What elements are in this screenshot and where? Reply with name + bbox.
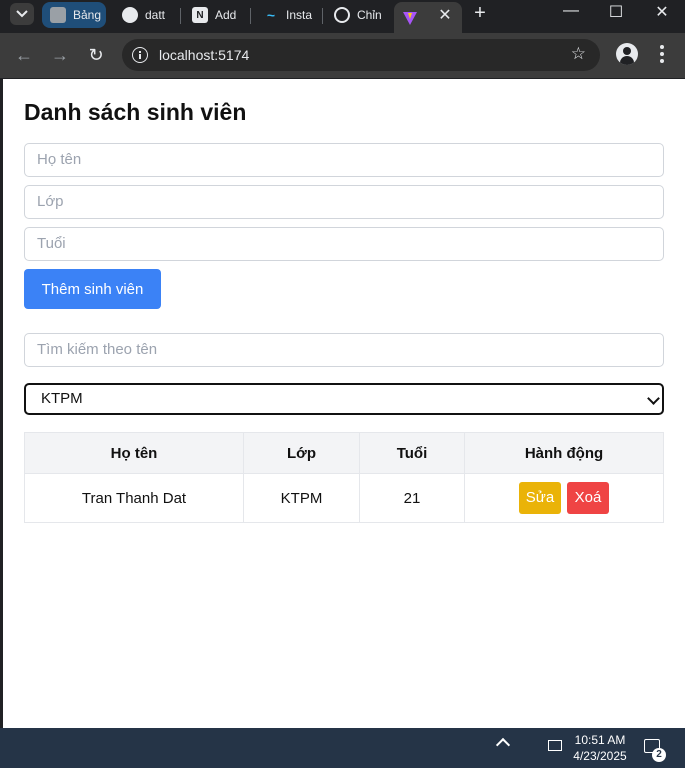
reload-icon[interactable]: ↻ [84,43,108,67]
header-age: Tuổi [359,432,465,474]
tab-label: Bảng [73,8,102,22]
tab-label: Insta [286,8,313,22]
forward-icon[interactable]: → [48,43,72,67]
tab-sheet[interactable]: Bảng [42,2,106,28]
cell-name: Tran Thanh Dat [24,473,244,523]
tab-chrome[interactable]: Chỉn [326,2,384,28]
vite-icon [403,11,417,25]
clock-time: 10:51 AM [574,733,626,747]
tab-strip: Bảng datt N Add ~ Insta Chỉn ✕ + — ☐ ✕ [0,0,685,33]
delete-button[interactable]: Xoá [567,482,609,514]
bookmark-star-icon[interactable]: ☆ [571,44,586,64]
cell-actions: Sửa Xoá [464,473,664,523]
kebab-menu-icon[interactable] [660,45,664,66]
close-window-icon[interactable]: ✕ [652,2,672,22]
site-info-icon[interactable] [132,47,148,63]
url-text[interactable]: localhost:5174 [159,47,249,63]
chevron-down-icon [16,10,28,18]
tab-separator [250,8,251,24]
tab-separator [180,8,181,24]
chrome-icon [334,7,350,23]
address-bar[interactable]: localhost:5174 ☆ [122,39,600,71]
class-filter-value: KTPM [41,390,83,407]
header-class: Lớp [243,432,360,474]
table-header-row: Họ tên Lớp Tuổi Hành động [24,432,664,474]
cell-age: 21 [359,473,465,523]
table-row: Tran Thanh Dat KTPM 21 Sửa Xoá [24,473,664,523]
header-name: Họ tên [24,432,244,474]
clock[interactable]: 10:51 AM 4/23/2025 [572,732,628,764]
cell-class: KTPM [243,473,360,523]
student-table: Họ tên Lớp Tuổi Hành động Tran Thanh Dat… [24,432,664,523]
add-student-button[interactable]: Thêm sinh viên [24,269,161,309]
windows-taskbar: 10:51 AM 4/23/2025 2 [0,728,685,768]
browser-toolbar: ← → ↻ localhost:5174 ☆ [0,33,685,78]
tab-vercel[interactable]: N Add [184,2,248,28]
search-input[interactable]: Tìm kiếm theo tên [24,333,664,367]
tab-search-button[interactable] [10,3,34,25]
tab-label: Add [215,8,237,22]
tab-github[interactable]: datt [114,2,174,28]
vercel-icon: N [192,7,208,23]
maximize-icon[interactable]: ☐ [606,2,626,22]
chevron-down-icon [647,392,660,405]
name-input[interactable]: Họ tên [24,143,664,177]
class-input[interactable]: Lớp [24,185,664,219]
class-filter-select[interactable]: KTPM [24,383,664,415]
page-title: Danh sách sinh viên [24,99,247,125]
network-icon[interactable] [548,740,562,751]
github-icon [122,7,138,23]
tailwind-icon: ~ [266,7,276,23]
tab-separator [322,8,323,24]
minimize-icon[interactable]: — [561,2,581,20]
notification-badge: 2 [652,748,666,762]
new-tab-icon[interactable]: + [470,2,490,25]
sheet-icon [50,7,66,23]
clock-date: 4/23/2025 [573,749,627,763]
age-input[interactable]: Tuổi [24,227,664,261]
edit-button[interactable]: Sửa [519,482,561,514]
tab-label: datt [145,8,166,22]
page-content: Danh sách sinh viên Họ tên Lớp Tuổi Thêm… [3,79,685,728]
tab-close-icon[interactable]: ✕ [436,5,454,25]
header-actions: Hành động [464,432,664,474]
tab-label: Chỉn [357,8,382,22]
tab-tailwind[interactable]: ~ Insta [255,2,317,28]
profile-avatar-icon[interactable] [616,43,638,65]
back-icon[interactable]: ← [12,43,36,67]
show-hidden-icons-icon[interactable] [495,737,511,753]
